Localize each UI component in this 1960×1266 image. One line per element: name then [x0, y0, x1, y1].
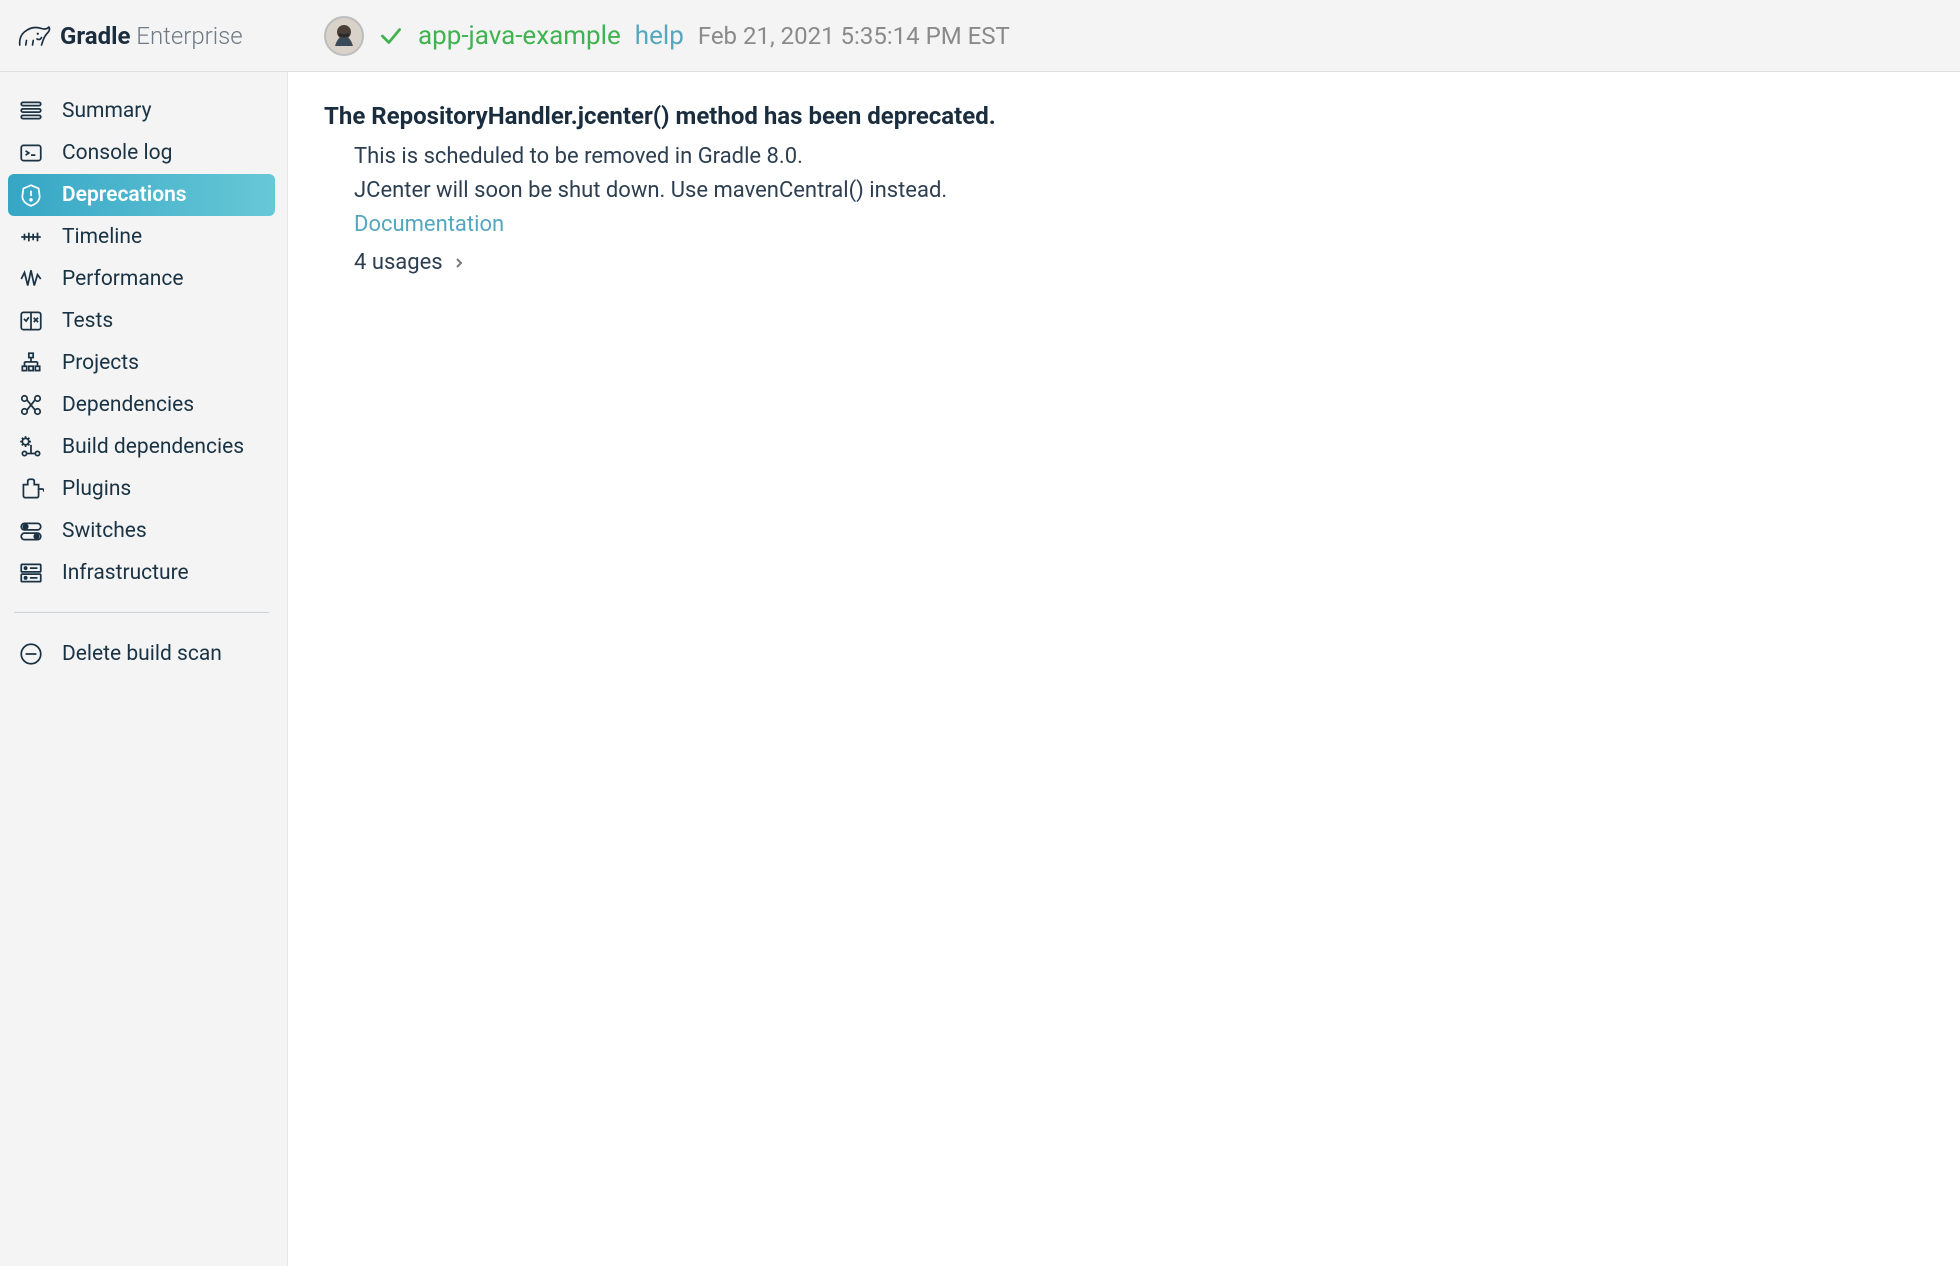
sidebar-item-build-dependencies[interactable]: Build dependencies: [8, 426, 275, 468]
sidebar-item-label: Build dependencies: [62, 435, 244, 459]
tests-icon: [18, 308, 44, 334]
sidebar-divider: [14, 612, 269, 613]
infrastructure-icon: [18, 560, 44, 586]
usages-expander[interactable]: 4 usages: [354, 242, 1924, 284]
projects-icon: [18, 350, 44, 376]
check-icon: [378, 23, 404, 49]
sidebar-item-label: Summary: [62, 99, 152, 123]
plugins-icon: [18, 476, 44, 502]
build-task-name[interactable]: help: [635, 21, 684, 51]
avatar[interactable]: [324, 16, 364, 56]
sidebar-item-infrastructure[interactable]: Infrastructure: [8, 552, 275, 594]
main-content: The RepositoryHandler.jcenter() method h…: [288, 72, 1960, 1266]
gradle-elephant-icon: [16, 22, 52, 50]
sidebar-item-label: Projects: [62, 351, 139, 375]
console-icon: [18, 140, 44, 166]
sidebar-item-label: Plugins: [62, 477, 131, 501]
deprecation-detail-2: JCenter will soon be shut down. Use mave…: [354, 174, 1924, 208]
sidebar-item-deprecations[interactable]: Deprecations: [8, 174, 275, 216]
sidebar-item-label: Tests: [62, 309, 113, 333]
sidebar-item-label: Dependencies: [62, 393, 194, 417]
performance-icon: [18, 266, 44, 292]
sidebar-item-dependencies[interactable]: Dependencies: [8, 384, 275, 426]
sidebar-item-performance[interactable]: Performance: [8, 258, 275, 300]
sidebar-item-projects[interactable]: Projects: [8, 342, 275, 384]
build-header-meta: app-java-example help Feb 21, 2021 5:35:…: [324, 16, 1010, 56]
sidebar-item-label: Infrastructure: [62, 561, 189, 585]
brand-text: Gradle Enterprise: [60, 22, 243, 50]
brand-logo[interactable]: Gradle Enterprise: [16, 22, 316, 50]
sidebar-item-summary[interactable]: Summary: [8, 90, 275, 132]
sidebar-item-plugins[interactable]: Plugins: [8, 468, 275, 510]
sidebar-item-label: Switches: [62, 519, 147, 543]
sidebar: Summary Console log Deprecations Timelin…: [0, 72, 288, 1266]
sidebar-item-tests[interactable]: Tests: [8, 300, 275, 342]
build-app-title[interactable]: app-java-example: [418, 21, 621, 51]
sidebar-item-label: Performance: [62, 267, 183, 291]
sidebar-item-timeline[interactable]: Timeline: [8, 216, 275, 258]
sidebar-item-label: Timeline: [62, 225, 142, 249]
deprecation-title: The RepositoryHandler.jcenter() method h…: [324, 102, 1924, 130]
summary-icon: [18, 98, 44, 124]
sidebar-item-console-log[interactable]: Console log: [8, 132, 275, 174]
switches-icon: [18, 518, 44, 544]
sidebar-item-switches[interactable]: Switches: [8, 510, 275, 552]
dependencies-icon: [18, 392, 44, 418]
delete-icon: [18, 641, 44, 667]
documentation-link[interactable]: Documentation: [354, 208, 1924, 242]
build-dependencies-icon: [18, 434, 44, 460]
deprecation-detail-1: This is scheduled to be removed in Gradl…: [354, 140, 1924, 174]
timeline-icon: [18, 224, 44, 250]
header: Gradle Enterprise app-java-example help …: [0, 0, 1960, 72]
build-timestamp: Feb 21, 2021 5:35:14 PM EST: [698, 22, 1010, 50]
chevron-right-icon: [453, 257, 465, 269]
sidebar-item-label: Console log: [62, 141, 172, 165]
sidebar-item-delete[interactable]: Delete build scan: [8, 633, 275, 675]
sidebar-item-label: Delete build scan: [62, 642, 222, 666]
sidebar-item-label: Deprecations: [62, 183, 187, 207]
deprecation-icon: [18, 182, 44, 208]
usages-label: 4 usages: [354, 242, 443, 284]
